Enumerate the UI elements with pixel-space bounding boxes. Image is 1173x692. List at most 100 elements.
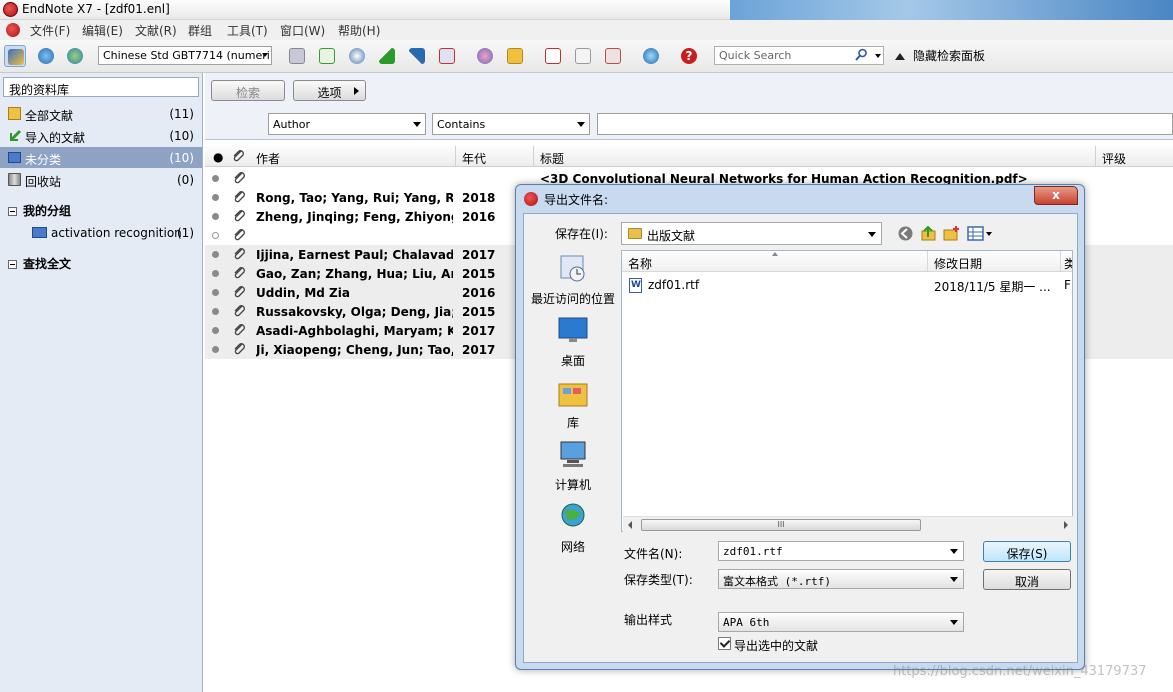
read-status-dot[interactable] [212, 175, 219, 182]
my-groups-header[interactable]: 我的分组 [8, 202, 71, 219]
column-separator[interactable] [927, 251, 928, 272]
open-link-button[interactable] [474, 45, 496, 67]
collapse-minus-icon[interactable] [8, 207, 17, 216]
find-full-text-button[interactable] [436, 45, 458, 67]
return-to-word-button[interactable] [602, 45, 624, 67]
read-status-dot[interactable] [212, 289, 219, 296]
unread-status-dot[interactable] [212, 232, 219, 239]
column-separator[interactable] [1060, 251, 1061, 272]
menu-app-icon[interactable] [6, 23, 20, 37]
menu-tools[interactable]: 工具(T) [227, 22, 268, 39]
column-type[interactable]: 类 [1064, 255, 1072, 272]
hide-search-panel-button[interactable]: 隐藏检索面板 [895, 47, 985, 64]
output-style-select[interactable]: Chinese Std GBT7714 (numeri [98, 46, 272, 65]
format-bibliography-button[interactable] [572, 45, 594, 67]
column-author[interactable]: 作者 [256, 150, 280, 167]
place-recent[interactable]: 最近访问的位置 [530, 254, 616, 307]
place-network[interactable]: 网络 [530, 502, 616, 555]
options-button[interactable]: 选项 [293, 80, 366, 101]
column-separator[interactable] [533, 146, 534, 167]
globe-library-icon [67, 48, 83, 64]
dialog-output-style-select[interactable]: APA 6th [718, 612, 964, 632]
scroll-right-icon[interactable] [1064, 521, 1068, 529]
column-title[interactable]: 标题 [540, 150, 564, 167]
read-status-dot[interactable] [212, 327, 219, 334]
read-status-dot[interactable] [212, 194, 219, 201]
menu-groups[interactable]: 群组 [188, 22, 212, 39]
column-separator[interactable] [455, 146, 456, 167]
local-library-mode-button[interactable] [4, 45, 26, 67]
cancel-button[interactable]: 取消 [983, 569, 1071, 590]
group-trash[interactable]: 回收站 (0) [0, 169, 202, 190]
help-button[interactable]: ? [678, 45, 700, 67]
search-icon[interactable] [855, 48, 868, 61]
export-selected-label[interactable]: 导出选中的文献 [734, 637, 818, 654]
online-search-button[interactable] [346, 45, 368, 67]
attachment-column-icon[interactable] [232, 149, 246, 163]
place-computer[interactable]: 计算机 [530, 440, 616, 493]
search-button[interactable]: 检索 [211, 80, 285, 101]
output-style-value: Chinese Std GBT7714 (numeri [103, 49, 270, 62]
find-full-text-header[interactable]: 查找全文 [8, 255, 71, 272]
view-menu-icon[interactable] [967, 225, 993, 242]
read-status-column-icon[interactable]: ● [213, 150, 223, 164]
column-modified[interactable]: 修改日期 [934, 255, 982, 272]
scrollbar-thumb[interactable]: III [641, 519, 921, 531]
reference-author: Uddin, Md Zia [256, 286, 350, 300]
read-status-dot[interactable] [212, 308, 219, 315]
export-button[interactable] [406, 45, 428, 67]
collapse-minus-icon[interactable] [8, 260, 17, 269]
file-row[interactable]: zdf01.rtf 2018/11/5 星期一 ... F [622, 275, 1072, 295]
column-year[interactable]: 年代 [462, 150, 486, 167]
place-libraries[interactable]: 库 [530, 378, 616, 431]
column-rating[interactable]: 评级 [1102, 150, 1126, 167]
chevron-down-icon [950, 549, 958, 554]
reference-year: 2015 [462, 305, 496, 319]
insert-citation-button[interactable] [542, 45, 564, 67]
dialog-close-button[interactable]: x [1034, 186, 1078, 205]
up-folder-icon[interactable] [920, 225, 937, 242]
save-in-folder-select[interactable]: 出版文献 [621, 222, 882, 245]
search-field-select[interactable]: Author [268, 113, 426, 135]
horizontal-scrollbar[interactable]: III [623, 516, 1073, 532]
group-imported-references[interactable]: 导入的文献 (10) [0, 125, 202, 146]
filetype-select[interactable]: 富文本格式 (*.rtf) [718, 569, 964, 589]
search-operator-select[interactable]: Contains [432, 113, 590, 135]
save-button[interactable]: 保存(S) [983, 541, 1071, 562]
my-library-header[interactable]: 我的资料库 [3, 77, 199, 97]
new-folder-icon[interactable] [943, 225, 960, 242]
export-selected-checkbox[interactable] [718, 637, 731, 650]
group-unfiled[interactable]: 未分类 (10) [0, 147, 202, 168]
dialog-title: 导出文件名: [544, 193, 609, 207]
file-list-header: 名称 修改日期 类 [622, 251, 1072, 272]
sync-button[interactable] [640, 45, 662, 67]
integrated-library-mode-button[interactable] [64, 45, 86, 67]
column-name[interactable]: 名称 [628, 255, 652, 272]
open-file-button[interactable] [504, 45, 526, 67]
new-reference-button[interactable] [316, 45, 338, 67]
back-arrow-icon[interactable] [897, 225, 914, 242]
read-status-dot[interactable] [212, 213, 219, 220]
copy-formatted-button[interactable] [286, 45, 308, 67]
menu-help[interactable]: 帮助(H) [338, 22, 380, 39]
search-query-input[interactable] [597, 113, 1173, 135]
group-all-references[interactable]: 全部文献 (11) [0, 103, 202, 124]
filename-input[interactable]: zdf01.rtf [718, 541, 964, 561]
paperclip-icon [234, 229, 245, 241]
online-search-mode-button[interactable] [35, 45, 57, 67]
group-activation-recognition[interactable]: activation recognition (1) [0, 222, 202, 243]
scroll-left-icon[interactable] [628, 521, 632, 529]
group-count: (0) [177, 173, 194, 187]
place-desktop[interactable]: 桌面 [530, 316, 616, 369]
read-status-dot[interactable] [212, 270, 219, 277]
import-button[interactable] [376, 45, 398, 67]
menu-edit[interactable]: 编辑(E) [82, 22, 123, 39]
menu-window[interactable]: 窗口(W) [280, 22, 325, 39]
read-status-dot[interactable] [212, 251, 219, 258]
column-separator[interactable] [1095, 146, 1096, 167]
quick-search-options-caret[interactable] [875, 54, 881, 58]
menu-references[interactable]: 文献(R) [135, 22, 177, 39]
menu-file[interactable]: 文件(F) [30, 22, 70, 39]
read-status-dot[interactable] [212, 346, 219, 353]
title-bar: EndNote X7 - [zdf01.enl] [0, 0, 1173, 20]
